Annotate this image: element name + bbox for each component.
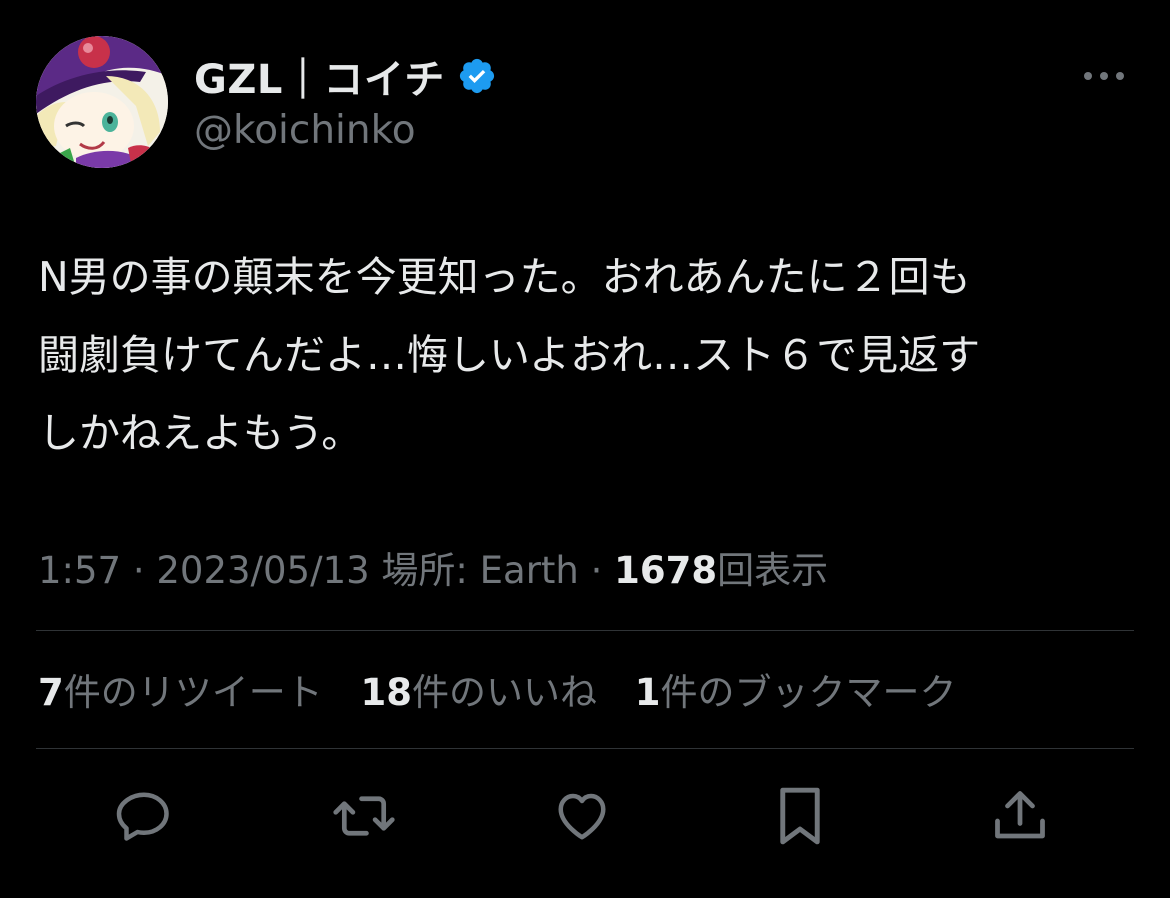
- retweets-label: 件のリツイート: [63, 671, 323, 714]
- views-label: 回表示: [717, 549, 829, 592]
- separator: ·: [590, 549, 603, 592]
- engagement-stats: 7件のリツイート 18件のいいね 1件のブックマーク: [38, 662, 983, 716]
- tweet-header: GZL｜コイチ @koichinko: [36, 36, 1134, 170]
- tweet-date[interactable]: 2023/05/13: [156, 549, 369, 592]
- bookmarks-label: 件のブックマーク: [660, 671, 957, 714]
- avatar[interactable]: [36, 36, 168, 168]
- verified-badge-icon[interactable]: [457, 56, 497, 96]
- reply-icon: [114, 786, 174, 846]
- bookmarks-stat[interactable]: 1件のブックマーク: [635, 662, 957, 716]
- tweet-text-line: 闘劇負けてんだよ…悔しいよおれ…スト６で見返す: [38, 331, 981, 379]
- bookmarks-count: 1: [634, 671, 661, 714]
- display-name-row: GZL｜コイチ: [194, 47, 497, 105]
- user-handle[interactable]: @koichinko: [194, 108, 497, 153]
- likes-stat[interactable]: 18件のいいね: [361, 662, 598, 716]
- divider: [36, 748, 1134, 749]
- tweet-text: N男の事の顛末を今更知った。おれあんたに２回も 闘劇負けてんだよ…悔しいよおれ……: [38, 238, 1138, 472]
- share-icon: [990, 786, 1050, 846]
- retweet-button[interactable]: [328, 780, 400, 852]
- retweets-count: 7: [38, 671, 64, 714]
- tweet-text-line: しかねえよもう。: [38, 409, 363, 457]
- share-button[interactable]: [984, 780, 1056, 852]
- heart-icon: [552, 786, 612, 846]
- views-count[interactable]: 1678: [614, 549, 717, 592]
- retweets-stat[interactable]: 7件のリツイート: [38, 662, 323, 716]
- reply-button[interactable]: [108, 780, 180, 852]
- tweet-metadata: 1:57 · 2023/05/13 場所: Earth · 1678回表示: [38, 540, 828, 594]
- separator: ·: [132, 549, 145, 592]
- like-button[interactable]: [546, 780, 618, 852]
- bookmark-button[interactable]: [764, 780, 836, 852]
- tweet-text-line: N男の事の顛末を今更知った。おれあんたに２回も: [38, 253, 971, 301]
- retweet-icon: [332, 786, 396, 846]
- divider: [36, 630, 1134, 631]
- tweet-time[interactable]: 1:57: [38, 549, 121, 592]
- likes-count: 18: [360, 671, 413, 714]
- action-bar: [36, 780, 1134, 860]
- tweet-location: 場所: Earth: [381, 549, 579, 592]
- tweet-author[interactable]: GZL｜コイチ @koichinko: [194, 50, 497, 153]
- avatar-image: [36, 36, 168, 168]
- more-horizontal-icon[interactable]: [1082, 64, 1126, 88]
- bookmark-icon: [770, 784, 830, 848]
- likes-label: 件のいいね: [412, 671, 598, 714]
- display-name[interactable]: GZL｜コイチ: [194, 47, 445, 105]
